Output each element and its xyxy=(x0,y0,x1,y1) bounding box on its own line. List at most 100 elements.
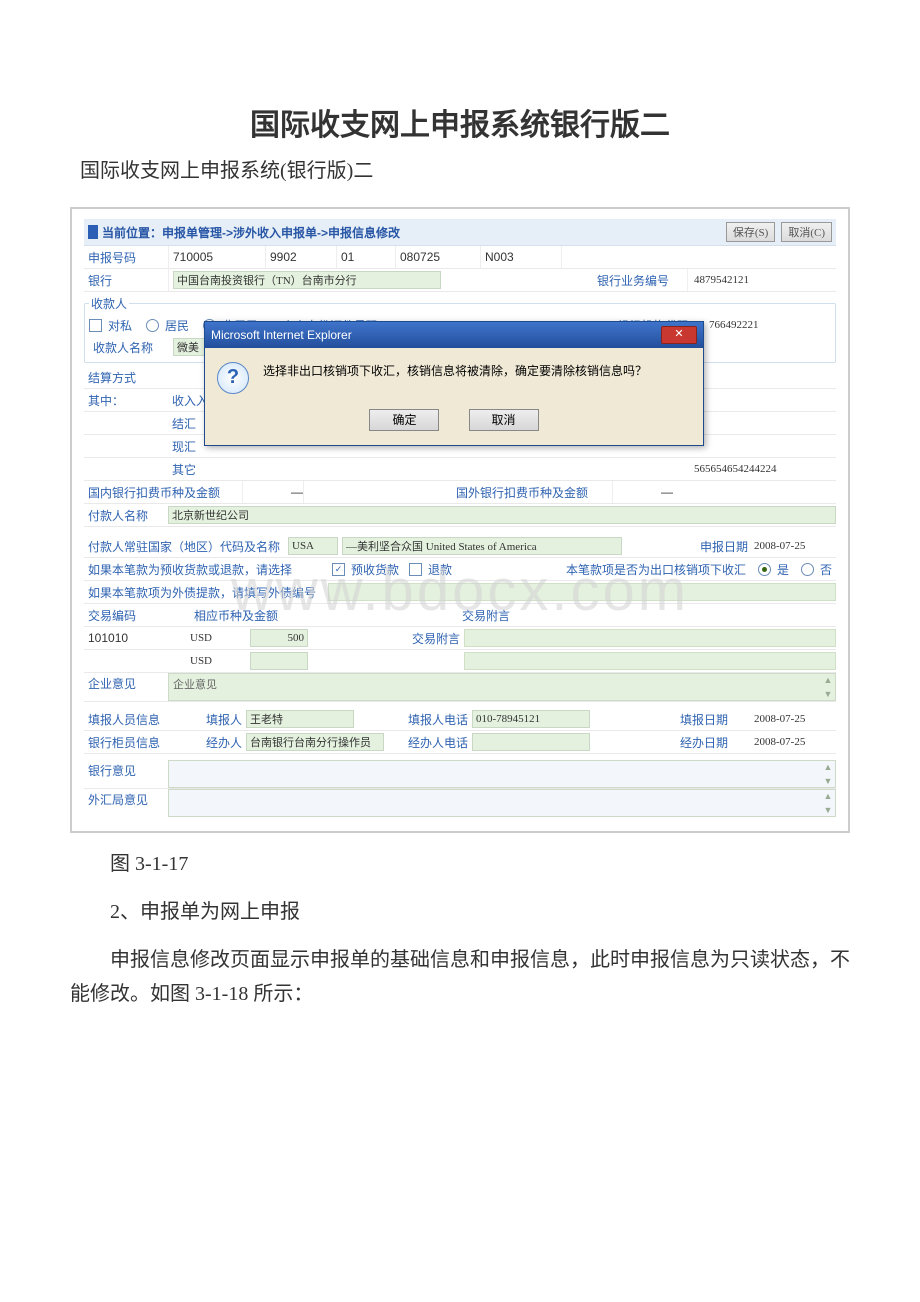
tx-amt2[interactable] xyxy=(250,652,308,670)
bank-opinion-label: 银行意见 xyxy=(84,760,168,781)
dialog-titlebar: Microsoft Internet Explorer ✕ xyxy=(205,322,703,348)
teller-person[interactable] xyxy=(246,733,384,751)
teller-date[interactable] xyxy=(752,734,836,750)
breadcrumb-icon xyxy=(88,225,98,239)
dialog-cancel-button[interactable]: 取消 xyxy=(469,409,539,431)
filler-phone[interactable] xyxy=(472,710,590,728)
ctry-code-input[interactable] xyxy=(288,537,338,555)
duisi-checkbox[interactable] xyxy=(89,319,102,332)
extdebt-label: 如果本笔款项为外债提款，请填写外债编号 xyxy=(84,582,328,603)
adv-prepay-checkbox[interactable] xyxy=(332,563,345,576)
payer-input[interactable] xyxy=(168,506,836,524)
tx-code: 101010 xyxy=(84,627,188,649)
extdebt-input[interactable] xyxy=(328,583,836,601)
settle-r2: 结汇 xyxy=(168,413,200,434)
teller-phone-label: 经办人电话 xyxy=(404,732,472,753)
teller-row-label: 银行柜员信息 xyxy=(84,732,182,753)
decl-no-p5: N003 xyxy=(480,246,561,268)
tx-code-label: 交易编码 xyxy=(84,605,190,626)
settle-r4: 其它 xyxy=(168,459,200,480)
duisi-label: 对私 xyxy=(104,315,136,336)
bank-opinion-textarea[interactable]: ▲▼ xyxy=(168,760,836,788)
filler-date-label: 填报日期 xyxy=(676,709,732,730)
tx-ccy2[interactable] xyxy=(188,653,242,669)
tx-ccy-label: 相应币种及金额 xyxy=(190,605,338,626)
tx-ccy[interactable] xyxy=(188,630,242,646)
confirm-dialog: Microsoft Internet Explorer ✕ ? 选择非出口核销项… xyxy=(204,321,704,446)
scroll-arrows-icon: ▲▼ xyxy=(822,791,834,815)
save-button[interactable]: 保存(S) xyxy=(726,222,775,242)
ent-opinion-label: 企业意见 xyxy=(84,673,168,694)
payee-legend: 收款人 xyxy=(89,295,129,312)
safe-opinion-label: 外汇局意见 xyxy=(84,789,168,810)
bank-name-input[interactable] xyxy=(173,271,441,289)
bank-row: 银行 银行业务编号 xyxy=(84,269,836,292)
decl-no-label: 申报号码 xyxy=(84,247,168,268)
tx-amt[interactable] xyxy=(250,629,308,647)
filler-person-label: 填报人 xyxy=(182,709,246,730)
ent-opinion-textarea[interactable]: 企业意见 ▲▼ xyxy=(168,673,836,701)
filler-person[interactable] xyxy=(246,710,354,728)
decl-no-p2: 9902 xyxy=(265,246,336,268)
payer-label: 付款人名称 xyxy=(84,505,168,526)
decl-no-p4: 080725 xyxy=(395,246,480,268)
close-icon[interactable]: ✕ xyxy=(661,326,697,344)
app-screenshot: www.bdocx.com 当前位置：申报单管理->涉外收入申报单->申报信息修… xyxy=(70,207,850,833)
tx-note-input[interactable] xyxy=(464,629,836,647)
adv-refund-label: 退款 xyxy=(424,559,456,580)
bank-bizno-label: 银行业务编号 xyxy=(593,270,687,291)
export-no-label: 否 xyxy=(816,559,836,580)
decl-no-p3: 01 xyxy=(336,246,395,268)
bank-bizno-input[interactable] xyxy=(692,272,816,288)
adv-label: 如果本笔款为预收货款或退款，请选择 xyxy=(84,559,302,580)
doc-title: 国际收支网上申报系统银行版二 xyxy=(70,100,850,144)
ctry-desc-input[interactable] xyxy=(342,537,622,555)
cancel-button[interactable]: 取消(C) xyxy=(781,222,832,242)
figure-caption: 图 3-1-17 xyxy=(70,847,850,881)
settle-label: 结算方式 xyxy=(84,367,168,388)
breadcrumb: 当前位置：申报单管理->涉外收入申报单->申报信息修改 xyxy=(102,224,720,241)
tx-note2-label: 交易附言 xyxy=(408,628,464,649)
breadcrumb-bar: 当前位置：申报单管理->涉外收入申报单->申报信息修改 保存(S) 取消(C) xyxy=(84,219,836,246)
bank-label: 银行 xyxy=(84,270,168,291)
safe-opinion-textarea[interactable]: ▲▼ xyxy=(168,789,836,817)
for-fee-label: 国外银行扣费币种及金额 xyxy=(452,482,612,503)
jumin-radio[interactable] xyxy=(146,319,159,332)
settle-r3: 现汇 xyxy=(168,436,200,457)
decl-no-p1: 710005 xyxy=(168,246,265,268)
scroll-arrows-icon: ▲▼ xyxy=(822,675,834,699)
ctry-label: 付款人常驻国家（地区）代码及名称 xyxy=(84,536,288,557)
ent-opinion-placeholder: 企业意见 xyxy=(169,674,221,694)
doc-subtitle: 国际收支网上申报系统(银行版)二 xyxy=(80,154,850,183)
decl-date-input[interactable] xyxy=(752,538,836,554)
adv-prepay-label: 预收货款 xyxy=(347,559,403,580)
scroll-arrows-icon: ▲▼ xyxy=(822,762,834,786)
adv-refund-checkbox[interactable] xyxy=(409,563,422,576)
filler-phone-label: 填报人电话 xyxy=(404,709,472,730)
dialog-ok-button[interactable]: 确定 xyxy=(369,409,439,431)
dialog-message: 选择非出口核销项下收汇，核销信息将被清除，确定要清除核销信息吗？ xyxy=(263,362,647,379)
payee-name-label: 收款人名称 xyxy=(89,337,173,358)
decl-date-label: 申报日期 xyxy=(696,536,752,557)
export-yes-label: 是 xyxy=(773,559,793,580)
teller-phone[interactable] xyxy=(472,733,590,751)
question-icon: ? xyxy=(217,362,249,394)
decl-no-row: 申报号码 710005 9902 01 080725 N003 xyxy=(84,246,836,269)
jumin-label: 居民 xyxy=(161,315,193,336)
tx-note2-input[interactable] xyxy=(464,652,836,670)
teller-date-label: 经办日期 xyxy=(676,732,732,753)
filler-date[interactable] xyxy=(752,711,836,727)
settle-other-input[interactable] xyxy=(692,461,836,477)
paragraph: 申报信息修改页面显示申报单的基础信息和申报信息，此时申报信息为只读状态，不能修改… xyxy=(70,943,850,1011)
export-no-radio[interactable] xyxy=(801,563,814,576)
point-2: 2、申报单为网上申报 xyxy=(70,895,850,929)
export-label: 本笔款项是否为出口核销项下收汇 xyxy=(562,559,750,580)
filler-row-label: 填报人员信息 xyxy=(84,709,182,730)
orgcode-input[interactable] xyxy=(707,317,831,333)
settle-sub: 其中： xyxy=(84,390,168,411)
tx-note-label: 交易附言 xyxy=(458,605,514,626)
export-yes-radio[interactable] xyxy=(758,563,771,576)
dialog-title: Microsoft Internet Explorer xyxy=(211,328,352,342)
dom-fee-label: 国内银行扣费币种及金额 xyxy=(84,482,242,503)
teller-person-label: 经办人 xyxy=(182,732,246,753)
